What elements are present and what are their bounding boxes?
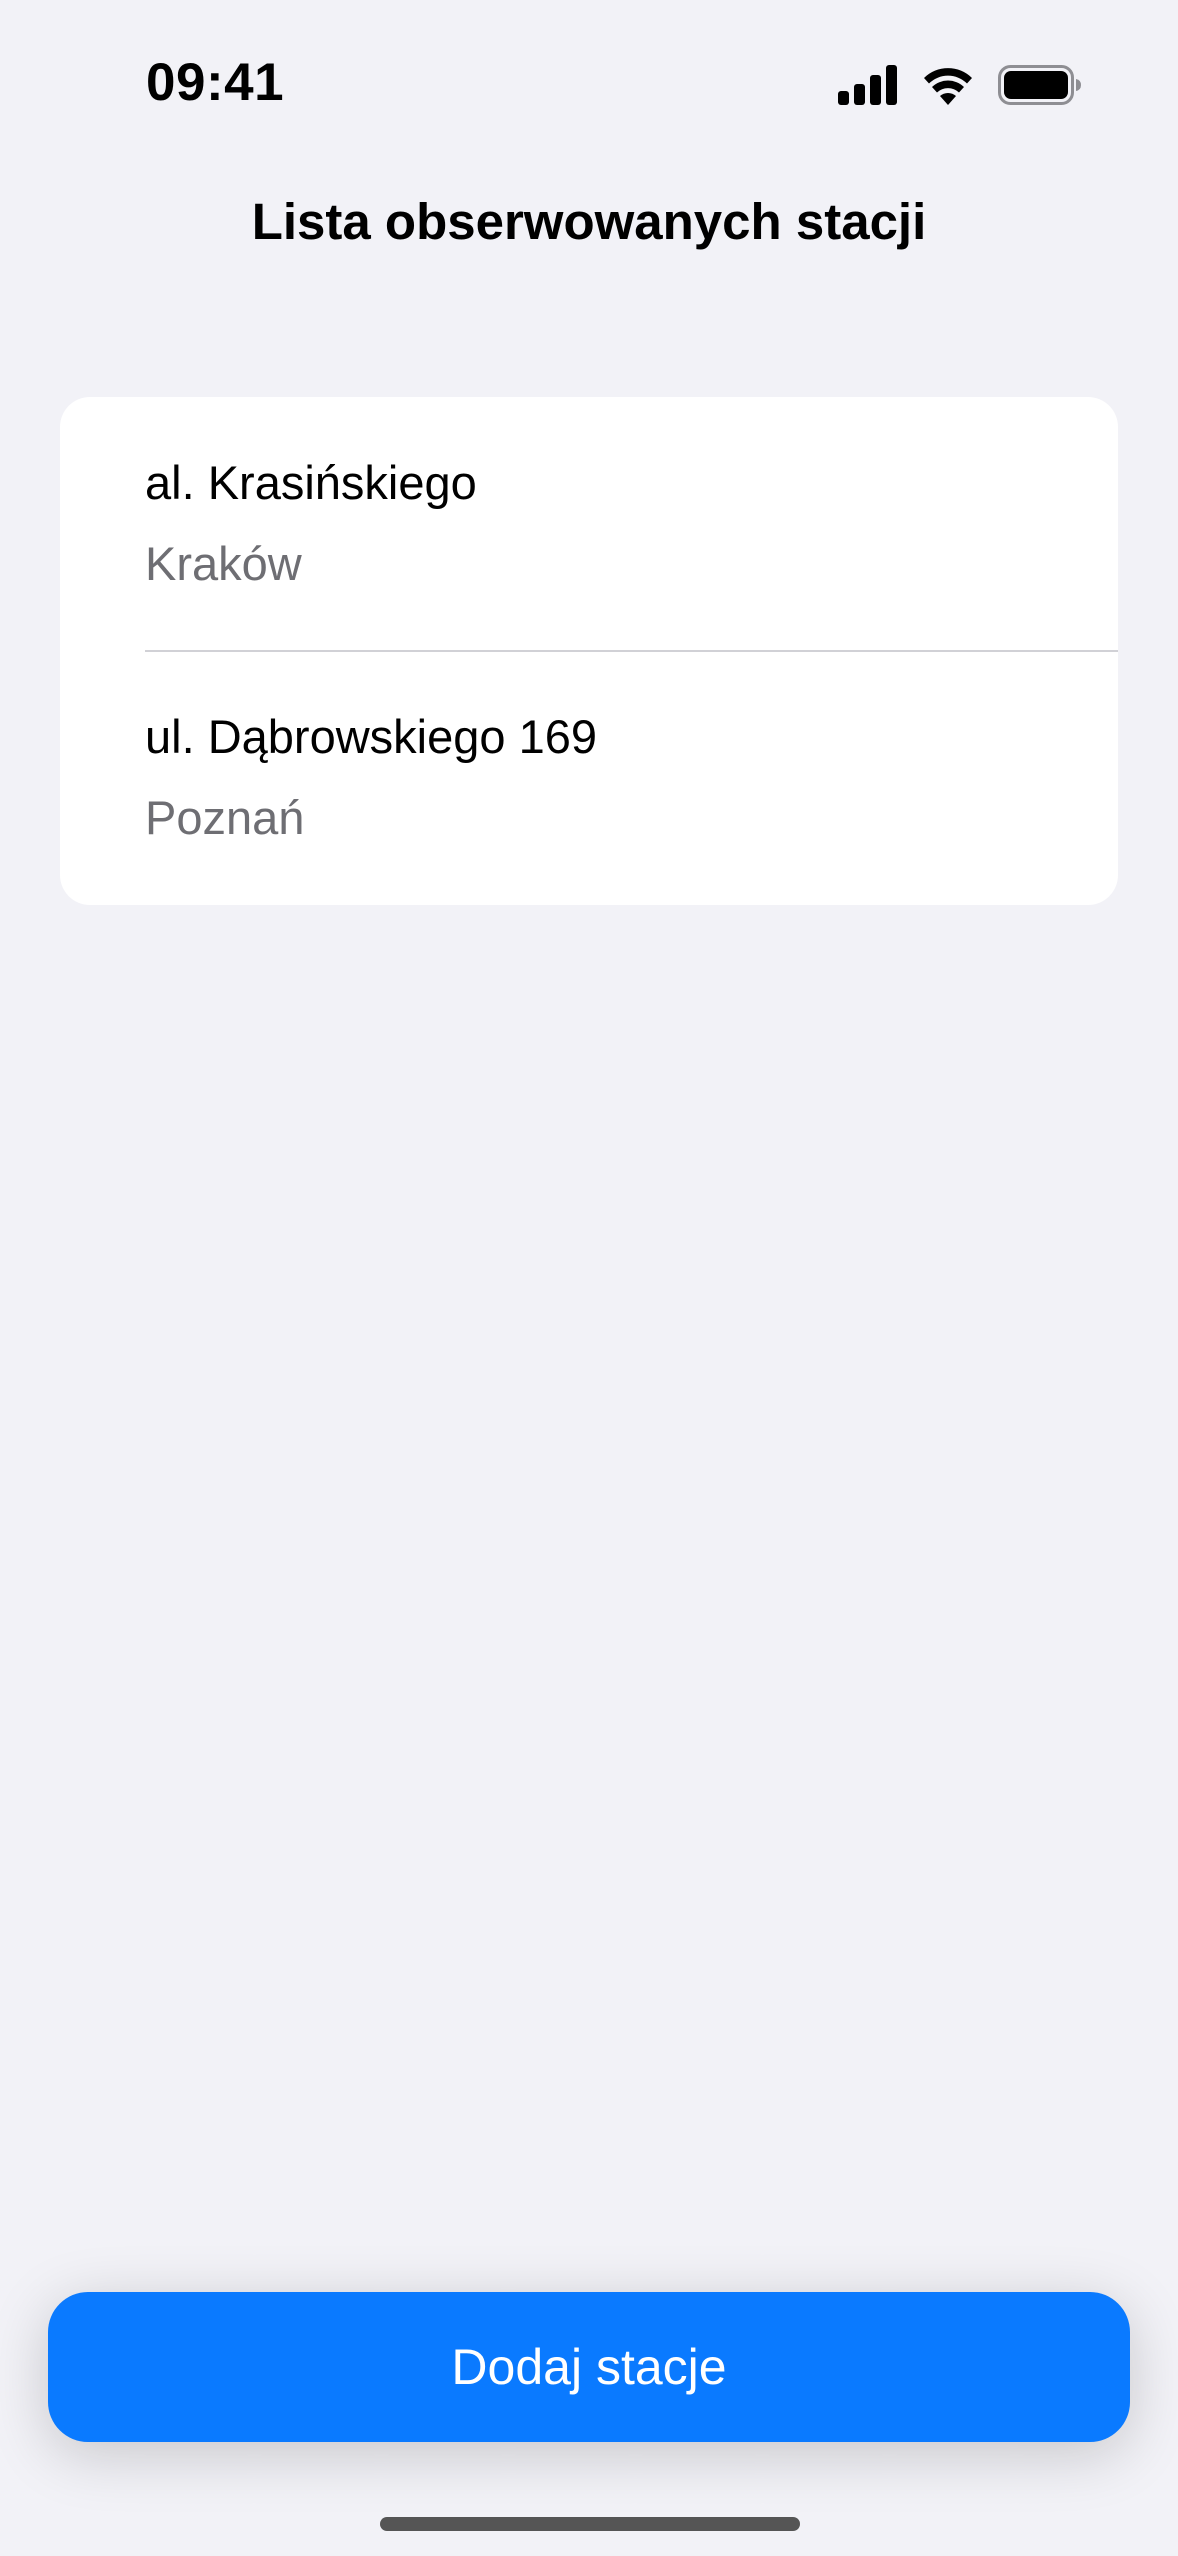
station-list-item[interactable]: ul. Dąbrowskiego 169 Poznań xyxy=(60,651,1118,905)
station-list-item[interactable]: al. Krasińskiego Kraków xyxy=(60,397,1118,652)
home-indicator[interactable] xyxy=(380,2517,800,2531)
station-name: ul. Dąbrowskiego 169 xyxy=(145,710,597,763)
status-icons xyxy=(838,64,1082,110)
station-city: Poznań xyxy=(145,791,305,844)
add-station-button[interactable]: Dodaj stacje xyxy=(48,2292,1130,2442)
station-list: al. Krasińskiego Kraków ul. Dąbrowskiego… xyxy=(60,397,1118,905)
wifi-icon xyxy=(922,65,974,110)
status-time: 09:41 xyxy=(146,53,285,112)
status-bar: 09:41 xyxy=(0,0,1178,170)
battery-icon xyxy=(998,64,1082,110)
page-title: Lista obserwowanych stacji xyxy=(251,193,927,250)
cellular-signal-icon xyxy=(838,64,898,110)
station-name: al. Krasińskiego xyxy=(145,456,477,509)
station-city: Kraków xyxy=(145,537,302,590)
